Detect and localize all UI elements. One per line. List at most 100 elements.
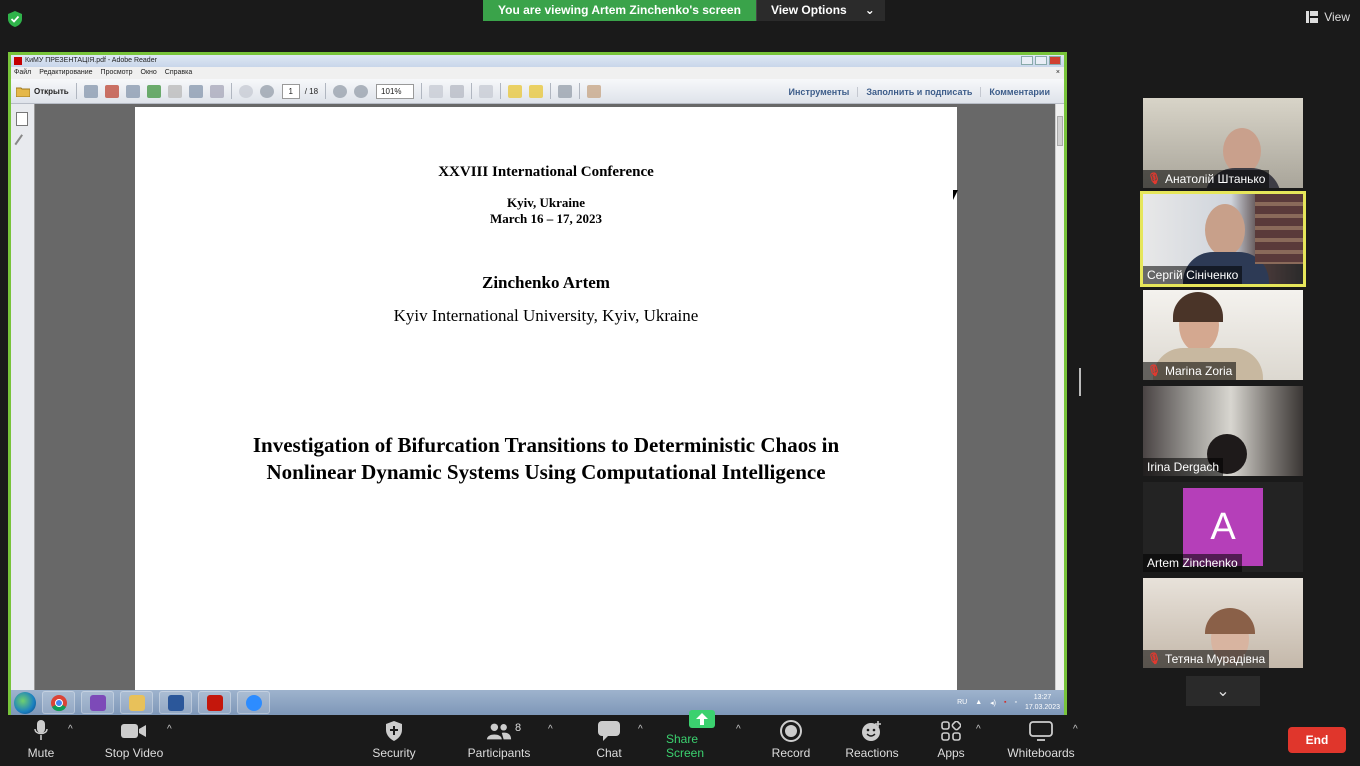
reactions-button[interactable]: Reactions bbox=[844, 716, 900, 766]
taskbar-chrome[interactable] bbox=[42, 691, 75, 714]
taskbar-adobe-reader[interactable] bbox=[198, 691, 231, 714]
tools-link[interactable]: Инструменты bbox=[781, 87, 858, 97]
menu-view[interactable]: Просмотр bbox=[101, 67, 133, 79]
shared-screen: КиМУ ПРЕЗЕНТАЦІЯ.pdf - Adobe Reader Файл… bbox=[8, 52, 1067, 715]
pdf-page: XXVIII International Conference Kyiv, Uk… bbox=[135, 107, 957, 690]
tray-arrow-icon[interactable]: ▲ bbox=[975, 699, 982, 706]
view-options-button[interactable]: View Options ⌄ bbox=[755, 0, 885, 21]
participant-tile[interactable]: Irina Dergach bbox=[1143, 386, 1303, 476]
windows-start-icon[interactable] bbox=[14, 691, 36, 714]
participant-tile-active-speaker[interactable]: Сергій Сініченко bbox=[1140, 191, 1306, 287]
fill-sign-link[interactable]: Заполнить и подписать bbox=[857, 86, 980, 97]
participants-options-caret[interactable]: ^ bbox=[548, 724, 553, 735]
participant-name: Irina Dergach bbox=[1147, 460, 1220, 474]
meeting-controls-bar: Mute ^ Stop Video ^ Security Participant… bbox=[0, 710, 1360, 766]
zoom-in-icon[interactable] bbox=[354, 84, 369, 98]
clock[interactable]: 13:27 17.03.2023 bbox=[1025, 693, 1060, 713]
next-page-icon[interactable] bbox=[259, 84, 274, 98]
video-options-caret[interactable]: ^ bbox=[167, 724, 172, 735]
participant-name: Artem Zinchenko bbox=[1147, 556, 1238, 570]
page-thumbnails-icon[interactable] bbox=[16, 112, 28, 126]
full-screen-icon[interactable] bbox=[558, 84, 573, 98]
flag-icon[interactable]: ▫ bbox=[1014, 699, 1016, 706]
share-screen-label: Share Screen bbox=[666, 732, 705, 760]
share-screen-options-caret[interactable]: ^ bbox=[736, 724, 741, 735]
view-button[interactable]: View bbox=[1306, 10, 1350, 24]
maximize-button[interactable] bbox=[1035, 56, 1047, 65]
taskbar-visual-studio[interactable] bbox=[81, 691, 114, 714]
page-number-input[interactable]: 1 bbox=[281, 83, 300, 99]
scrollbar-thumb[interactable] bbox=[1057, 116, 1063, 146]
export-icon[interactable] bbox=[104, 84, 119, 98]
participants-button[interactable]: Participants bbox=[466, 716, 532, 766]
edit-icon[interactable] bbox=[125, 84, 140, 98]
record-button[interactable]: Record bbox=[771, 716, 811, 766]
chrome-icon bbox=[50, 694, 67, 711]
open-button[interactable]: Открыть bbox=[16, 86, 69, 97]
highlight-icon[interactable] bbox=[529, 84, 544, 98]
comment-icon[interactable] bbox=[508, 84, 523, 98]
chat-bubble-icon bbox=[596, 720, 622, 742]
read-mode-icon[interactable] bbox=[479, 84, 494, 98]
record-label: Record bbox=[771, 746, 811, 760]
chat-button[interactable]: Chat bbox=[592, 716, 626, 766]
close-document-icon[interactable]: × bbox=[1056, 67, 1060, 79]
participant-hair bbox=[1173, 292, 1223, 322]
mute-options-caret[interactable]: ^ bbox=[68, 724, 73, 735]
participant-tile[interactable]: 🎙 Анатолій Штанько bbox=[1143, 98, 1303, 188]
create-pdf-icon[interactable] bbox=[83, 84, 98, 98]
conference-dates: March 16 – 17, 2023 bbox=[489, 211, 603, 226]
apps-button[interactable]: Apps bbox=[934, 716, 968, 766]
fit-width-icon[interactable] bbox=[429, 84, 444, 98]
email-icon[interactable] bbox=[209, 84, 224, 98]
participant-tile[interactable]: 🎙 Marina Zoria bbox=[1143, 290, 1303, 380]
minimize-button[interactable] bbox=[1021, 56, 1033, 65]
toolbar-separator bbox=[421, 83, 423, 99]
menu-edit[interactable]: Редактирование bbox=[39, 67, 92, 79]
stop-video-button[interactable]: Stop Video bbox=[100, 716, 168, 766]
folder-icon bbox=[16, 87, 30, 97]
menu-file[interactable]: Файл bbox=[14, 67, 31, 79]
mic-muted-icon: 🎙 bbox=[1147, 173, 1161, 185]
comments-link[interactable]: Комментарии bbox=[980, 86, 1058, 97]
network-icon[interactable]: ▪ bbox=[1004, 699, 1006, 706]
chevron-down-icon: ⌄ bbox=[864, 3, 875, 17]
whiteboards-options-caret[interactable]: ^ bbox=[1073, 724, 1078, 735]
security-button[interactable]: Security bbox=[368, 716, 420, 766]
share-screen-button[interactable]: Share Screen bbox=[666, 710, 738, 766]
close-window-button[interactable] bbox=[1049, 56, 1061, 65]
apps-options-caret[interactable]: ^ bbox=[976, 724, 981, 735]
zoom-out-icon[interactable] bbox=[333, 84, 348, 98]
hand-tool-icon[interactable] bbox=[587, 84, 602, 98]
mic-muted-icon: 🎙 bbox=[1147, 365, 1161, 377]
participant-tile[interactable]: A Artem Zinchenko bbox=[1143, 482, 1303, 572]
mute-label: Mute bbox=[27, 746, 55, 760]
taskbar-zoom[interactable] bbox=[237, 691, 270, 714]
whiteboards-label: Whiteboards bbox=[1007, 746, 1075, 760]
grid-view-icon bbox=[1306, 11, 1319, 23]
taskbar-word[interactable] bbox=[159, 691, 192, 714]
security-shield-icon bbox=[381, 720, 407, 742]
apps-label: Apps bbox=[937, 746, 965, 760]
cloud-upload-icon[interactable] bbox=[146, 84, 161, 98]
chat-options-caret[interactable]: ^ bbox=[638, 724, 643, 735]
mute-button[interactable]: Mute bbox=[22, 716, 60, 766]
participant-tile[interactable]: 🎙 Тетяна Мурадівна bbox=[1143, 578, 1303, 668]
end-meeting-button[interactable]: End bbox=[1288, 727, 1346, 753]
signature-icon[interactable] bbox=[14, 134, 30, 150]
print-icon[interactable] bbox=[188, 84, 203, 98]
save-icon[interactable] bbox=[167, 84, 182, 98]
volume-icon[interactable]: ◂) bbox=[990, 699, 996, 707]
scroll-participants-down-button[interactable]: ⌄ bbox=[1186, 676, 1260, 706]
menu-window[interactable]: Окно bbox=[141, 67, 157, 79]
menu-help[interactable]: Справка bbox=[165, 67, 192, 79]
encryption-shield-icon[interactable] bbox=[6, 10, 24, 28]
taskbar-file-explorer[interactable] bbox=[120, 691, 153, 714]
vertical-scrollbar[interactable] bbox=[1055, 104, 1064, 690]
previous-page-icon[interactable] bbox=[238, 84, 253, 98]
language-indicator[interactable]: RU bbox=[957, 699, 967, 706]
fit-page-icon[interactable] bbox=[450, 84, 465, 98]
whiteboards-button[interactable]: Whiteboards bbox=[1004, 716, 1078, 766]
zoom-level-select[interactable]: 101% bbox=[376, 83, 415, 99]
panel-resize-handle[interactable] bbox=[1079, 368, 1081, 396]
